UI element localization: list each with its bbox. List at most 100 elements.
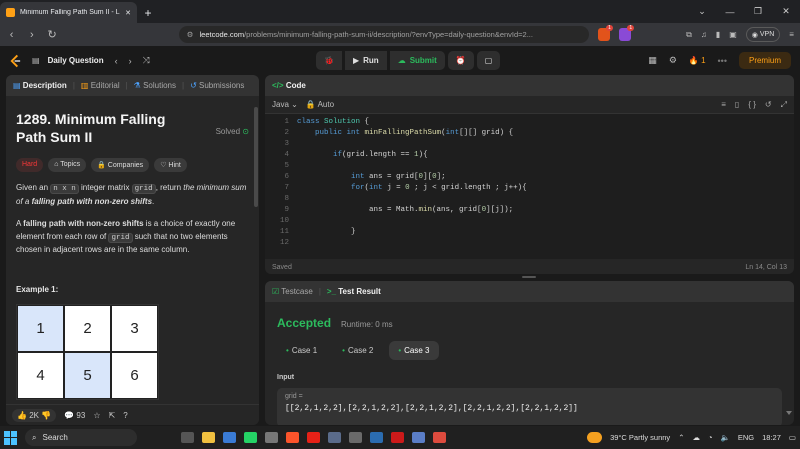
language-select[interactable]: Java ⌄ — [272, 100, 298, 109]
file-explorer-icon[interactable] — [202, 432, 215, 443]
difficulty-badge[interactable]: Hard — [16, 158, 44, 172]
opera-icon[interactable] — [391, 432, 404, 443]
url-field[interactable]: ⚙ leetcode.com/problems/minimum-falling-… — [178, 26, 589, 43]
youtube-icon[interactable] — [307, 432, 320, 443]
testcase-tab-label: Testcase — [281, 287, 313, 296]
problem-list-icon[interactable]: ▤ — [32, 56, 40, 65]
extensions-icon[interactable]: ⧉ — [686, 30, 692, 40]
onedrive-icon[interactable]: ☁ — [692, 433, 700, 442]
menu-icon[interactable]: ≡ — [789, 30, 794, 39]
clock[interactable]: 18:27 — [762, 433, 781, 442]
reset-icon[interactable]: ↺ — [765, 100, 772, 110]
case-tab-2[interactable]: • Case 2 — [333, 341, 382, 360]
tray-chevron-icon[interactable]: ⌃ — [678, 433, 684, 442]
hint-label: Hint — [168, 162, 181, 169]
format-icon[interactable]: ≡ — [721, 100, 726, 110]
grid-cell: 3 — [111, 304, 158, 352]
taskbar-search[interactable]: ⌕ Search — [25, 429, 137, 446]
notepad-icon[interactable] — [370, 432, 383, 443]
settings-gear-icon[interactable]: ⚙ — [669, 55, 677, 66]
weather-icon[interactable] — [587, 432, 603, 443]
tab-submissions[interactable]: ↺ Submissions — [190, 81, 244, 90]
reload-icon[interactable]: ↻ — [47, 28, 58, 41]
comments-button[interactable]: 💬 93 — [64, 411, 85, 420]
like-button[interactable]: 👍 2K 👎 — [12, 408, 57, 422]
bookmark-icon[interactable]: ▯ — [735, 100, 739, 110]
prev-problem-icon[interactable]: ‹ — [115, 56, 118, 66]
shuffle-icon[interactable]: ⤨ — [143, 55, 150, 66]
windows-start-icon[interactable] — [4, 430, 18, 445]
close-tab-icon[interactable]: ✕ — [125, 9, 131, 17]
scroll-down-arrow-icon[interactable] — [786, 411, 792, 415]
help-icon[interactable]: ? — [123, 411, 127, 420]
app-icon[interactable] — [328, 432, 341, 443]
problem-title[interactable]: 1289. Minimum Falling Path Sum II — [16, 110, 196, 146]
star-icon[interactable]: ☆ — [93, 411, 100, 420]
hint-tag[interactable]: ♡ Hint — [154, 158, 187, 172]
thumbs-down-icon[interactable]: 👎 — [41, 411, 51, 420]
tab-test-result[interactable]: >_ Test Result — [327, 287, 381, 296]
tab-editorial[interactable]: ▥ Editorial — [81, 81, 120, 90]
next-problem-icon[interactable]: › — [129, 56, 132, 66]
wallet-icon[interactable]: ▣ — [729, 30, 737, 39]
notes-button[interactable]: ▢ — [476, 51, 501, 70]
volume-icon[interactable]: 🔈 — [721, 433, 730, 442]
auto-mode-toggle[interactable]: 🔒 Auto — [306, 100, 334, 109]
notifications-icon[interactable]: ▭ — [789, 433, 796, 442]
case-tab-3[interactable]: • Case 3 — [389, 341, 439, 360]
problem-statement: Given an n x n integer matrix grid, retu… — [16, 182, 249, 208]
calculator-icon[interactable] — [349, 432, 362, 443]
tab-search-icon[interactable]: ⌄ — [688, 0, 716, 23]
tab-testcase[interactable]: ☑ Testcase — [272, 287, 313, 296]
fullscreen-icon[interactable]: ⤢ — [781, 100, 787, 110]
layout-grid-icon[interactable]: ▦ — [648, 55, 657, 66]
media-icon[interactable]: ♫ — [701, 30, 707, 39]
windows-taskbar: ⌕ Search 39°C Partly sunny ⌃ ☁ ◔ 🔈 ENG 18… — [0, 426, 800, 449]
timer-button[interactable]: ⏰ — [447, 51, 474, 70]
submit-button[interactable]: ☁ Submit — [389, 51, 445, 70]
premium-button[interactable]: Premium — [738, 52, 791, 69]
restore-icon[interactable]: ❐ — [744, 0, 772, 23]
streak-counter[interactable]: 🔥 1 — [689, 56, 706, 65]
browser-tab[interactable]: Minimum Falling Path Sum II - L ✕ — [0, 2, 137, 23]
forward-icon[interactable]: › — [26, 29, 37, 41]
tab-solutions[interactable]: ⚗ Solutions — [134, 81, 176, 90]
avatar[interactable]: ••• — [718, 56, 727, 66]
daily-question-link[interactable]: Daily Question — [48, 56, 104, 65]
new-tab-icon[interactable]: + — [137, 2, 159, 23]
site-info-icon[interactable]: ⚙ — [187, 30, 194, 39]
wifi-icon[interactable]: ◔ — [708, 433, 713, 442]
companies-tag[interactable]: 🔒 Companies — [91, 158, 150, 172]
chrome-icon[interactable] — [433, 432, 446, 443]
vpn-button[interactable]: ◉ VPN — [745, 27, 781, 42]
minimize-icon[interactable]: — — [716, 0, 744, 23]
settings-app-icon[interactable] — [265, 432, 278, 443]
language-indicator[interactable]: ENG — [738, 433, 754, 442]
grid-cell: 2 — [64, 304, 111, 352]
share-icon[interactable]: ⇱ — [108, 411, 115, 420]
code-editor[interactable]: 1 2 3 4 5 6 7 8 9 10 11 12 class Solutio… — [265, 114, 794, 259]
whatsapp-icon[interactable] — [244, 432, 257, 443]
close-window-icon[interactable]: ✕ — [772, 0, 800, 23]
camera-icon[interactable] — [412, 432, 425, 443]
task-view-icon[interactable] — [181, 432, 194, 443]
store-icon[interactable] — [223, 432, 236, 443]
topics-tag[interactable]: ⌂ Topics — [48, 158, 87, 172]
back-icon[interactable]: ‹ — [6, 29, 17, 41]
leetcode-logo-icon[interactable] — [9, 54, 22, 68]
debug-button[interactable]: 🐞 — [316, 51, 342, 70]
weather-text[interactable]: 39°C Partly sunny — [610, 433, 670, 442]
description-scrollbar[interactable] — [254, 107, 258, 207]
brave-rewards-icon[interactable]: 1 — [618, 25, 635, 41]
panel-resize-handle[interactable] — [522, 276, 536, 278]
braces-icon[interactable]: { } — [748, 100, 756, 110]
brave-shields-icon[interactable]: 1 — [597, 25, 613, 41]
stmt-bold: falling path with non-zero shifts — [31, 196, 153, 206]
input-box: grid = [[2,2,1,2,2],[2,2,1,2,2],[2,2,1,2… — [277, 388, 782, 425]
case-tab-1[interactable]: • Case 1 — [277, 341, 326, 360]
sidebar-icon[interactable]: ▮ — [716, 30, 720, 39]
run-button[interactable]: ▶ Run — [344, 51, 387, 70]
tab-description[interactable]: ▤ Description — [13, 81, 67, 90]
tab-code[interactable]: </> Code — [272, 81, 306, 90]
brave-browser-icon[interactable] — [286, 432, 299, 443]
